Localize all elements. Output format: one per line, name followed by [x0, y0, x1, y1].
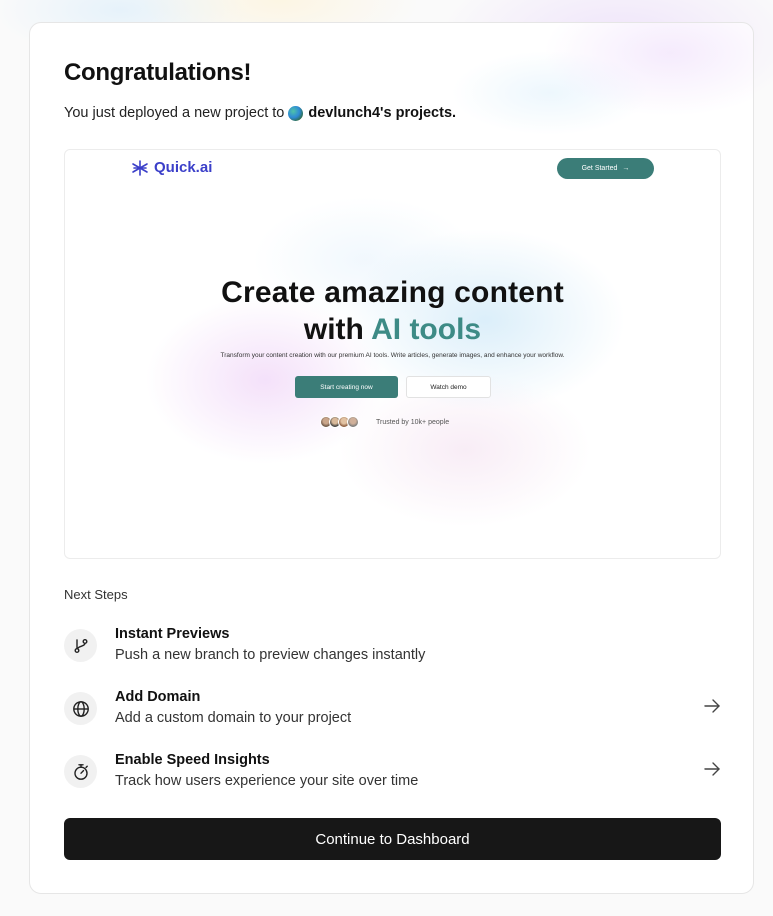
arrow-right-icon: → [622, 165, 630, 172]
step-instant-previews[interactable]: Instant Previews Push a new branch to pr… [64, 626, 721, 676]
project-owner-name: devlunch4's projects. [308, 105, 457, 121]
preview-watch-demo-button: Watch demo [406, 376, 491, 398]
step-title: Instant Previews [115, 626, 230, 642]
step-description: Add a custom domain to your project [115, 710, 352, 726]
team-avatar-icon [288, 105, 304, 121]
preview-logo: Quick.ai [131, 159, 212, 176]
step-description: Track how users experience your site ove… [115, 773, 419, 789]
preview-headline-line1: Create amazing content [221, 276, 564, 309]
step-speed-insights[interactable]: Enable Speed Insights Track how users ex… [64, 752, 721, 802]
preview-avatar-stack [320, 416, 359, 428]
step-description: Push a new branch to preview changes ins… [115, 647, 426, 663]
deployment-preview[interactable]: Quick.ai Get Started → Create amazing co… [64, 149, 721, 559]
git-branch-icon [64, 629, 97, 662]
step-add-domain[interactable]: Add Domain Add a custom domain to your p… [64, 689, 721, 739]
avatar [347, 416, 359, 428]
globe-icon [64, 692, 97, 725]
subtitle-text: You just deployed a new project to [64, 105, 285, 121]
preview-headline-accent: AI tools [371, 313, 482, 346]
preview-headline-line2: with AI tools [303, 313, 482, 346]
deploy-subtitle: You just deployed a new project to devlu… [64, 105, 456, 121]
sparkle-logo-icon [132, 159, 148, 176]
preview-start-button: Start creating now [295, 376, 398, 398]
preview-logo-text: Quick.ai [154, 159, 213, 176]
arrow-right-icon[interactable] [703, 760, 721, 778]
page-title: Congratulations! [64, 59, 252, 86]
arrow-right-icon[interactable] [703, 697, 721, 715]
next-steps-heading: Next Steps [64, 587, 128, 602]
stopwatch-icon [64, 755, 97, 788]
step-title: Add Domain [115, 689, 201, 705]
preview-description: Transform your content creation with our… [220, 352, 565, 359]
preview-get-started-button: Get Started → [557, 158, 654, 179]
preview-trusted-text: Trusted by 10k+ people [376, 419, 450, 426]
deployment-success-card: Congratulations! You just deployed a new… [29, 22, 754, 894]
step-title: Enable Speed Insights [115, 752, 270, 768]
continue-to-dashboard-button[interactable]: Continue to Dashboard [64, 818, 721, 860]
